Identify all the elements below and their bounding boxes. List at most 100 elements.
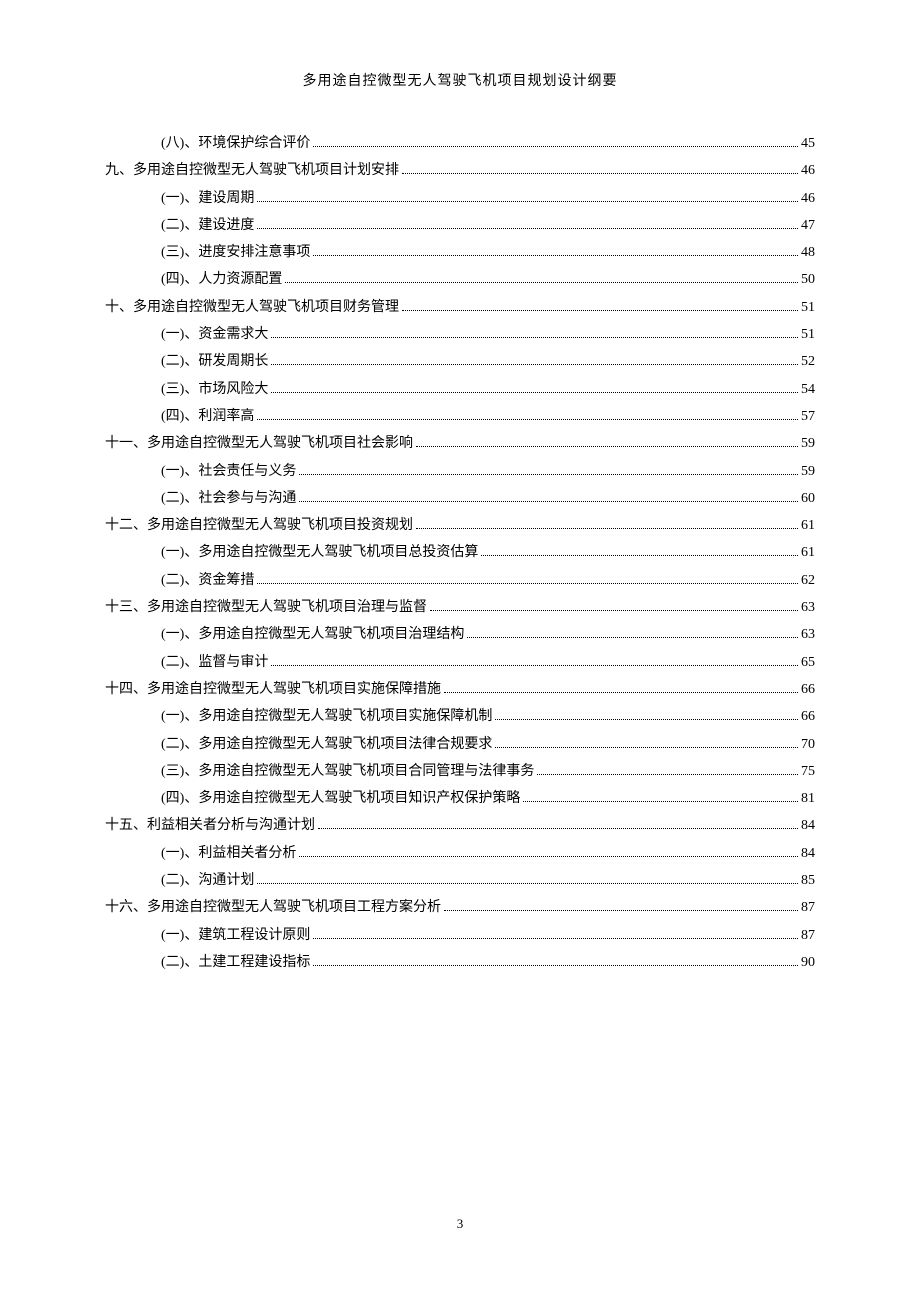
toc-entry-page: 70 (801, 731, 815, 758)
toc-entry-page: 81 (801, 785, 815, 812)
toc-entry-page: 85 (801, 867, 815, 894)
toc-entry-page: 61 (801, 539, 815, 566)
toc-entry[interactable]: 十五、利益相关者分析与沟通计划84 (105, 812, 815, 839)
toc-entry[interactable]: (二)、土建工程建设指标90 (105, 949, 815, 976)
toc-entry-page: 66 (801, 703, 815, 730)
toc-entry[interactable]: (一)、资金需求大51 (105, 321, 815, 348)
toc-entry[interactable]: 十、多用途自控微型无人驾驶飞机项目财务管理 51 (105, 294, 815, 321)
toc-entry[interactable]: 十一、多用途自控微型无人驾驶飞机项目社会影响 59 (105, 430, 815, 457)
toc-leader-dots (523, 801, 798, 802)
toc-leader-dots (313, 255, 798, 256)
toc-leader-dots (271, 665, 798, 666)
toc-entry[interactable]: (四)、多用途自控微型无人驾驶飞机项目知识产权保护策略 81 (105, 785, 815, 812)
toc-entry[interactable]: (二)、社会参与与沟通60 (105, 485, 815, 512)
toc-leader-dots (430, 610, 798, 611)
toc-entry-label: (一)、社会责任与义务 (161, 458, 296, 485)
toc-entry[interactable]: (一)、多用途自控微型无人驾驶飞机项目总投资估算 61 (105, 539, 815, 566)
toc-leader-dots (416, 528, 798, 529)
toc-entry-page: 59 (801, 458, 815, 485)
toc-leader-dots (495, 747, 798, 748)
toc-entry[interactable]: 九、多用途自控微型无人驾驶飞机项目计划安排 46 (105, 157, 815, 184)
toc-entry-label: 十六、多用途自控微型无人驾驶飞机项目工程方案分析 (105, 894, 441, 921)
toc-leader-dots (257, 419, 798, 420)
toc-entry-page: 54 (801, 376, 815, 403)
toc-entry-page: 48 (801, 239, 815, 266)
toc-leader-dots (257, 883, 798, 884)
toc-entry-label: (三)、市场风险大 (161, 376, 268, 403)
toc-entry[interactable]: (三)、市场风险大 54 (105, 376, 815, 403)
toc-entry-label: (四)、多用途自控微型无人驾驶飞机项目知识产权保护策略 (161, 785, 520, 812)
toc-entry[interactable]: (二)、研发周期长 52 (105, 348, 815, 375)
toc-entry[interactable]: (一)、利益相关者分析 84 (105, 840, 815, 867)
toc-leader-dots (444, 910, 798, 911)
toc-entry-label: (二)、建设进度 (161, 212, 254, 239)
toc-entry[interactable]: (二)、沟通计划 85 (105, 867, 815, 894)
toc-entry-page: 51 (801, 294, 815, 321)
toc-leader-dots (299, 474, 798, 475)
toc-entry-page: 66 (801, 676, 815, 703)
toc-entry-page: 57 (801, 403, 815, 430)
toc-leader-dots (299, 856, 798, 857)
toc-entry-page: 60 (801, 485, 815, 512)
toc-leader-dots (495, 719, 798, 720)
toc-entry-label: 十四、多用途自控微型无人驾驶飞机项目实施保障措施 (105, 676, 441, 703)
toc-entry[interactable]: (三)、进度安排注意事项48 (105, 239, 815, 266)
toc-entry[interactable]: (二)、监督与审计65 (105, 649, 815, 676)
toc-entry-label: (四)、利润率高 (161, 403, 254, 430)
toc-entry[interactable]: (二)、多用途自控微型无人驾驶飞机项目法律合规要求70 (105, 731, 815, 758)
toc-entry[interactable]: (一)、社会责任与义务 59 (105, 458, 815, 485)
toc-entry[interactable]: (四)、人力资源配置50 (105, 266, 815, 293)
toc-entry[interactable]: (二)、建设进度 47 (105, 212, 815, 239)
toc-entry-page: 59 (801, 430, 815, 457)
page-header-title: 多用途自控微型无人驾驶飞机项目规划设计纲要 (105, 70, 815, 90)
toc-entry-page: 87 (801, 922, 815, 949)
toc-entry-label: (四)、人力资源配置 (161, 266, 282, 293)
toc-leader-dots (402, 310, 798, 311)
toc-entry-label: 十、多用途自控微型无人驾驶飞机项目财务管理 (105, 294, 399, 321)
toc-entry-label: (八)、环境保护综合评价 (161, 130, 310, 157)
toc-entry-label: (二)、监督与审计 (161, 649, 268, 676)
toc-entry[interactable]: (二)、资金筹措 62 (105, 567, 815, 594)
toc-entry-page: 84 (801, 840, 815, 867)
toc-leader-dots (313, 965, 798, 966)
toc-entry[interactable]: (一)、多用途自控微型无人驾驶飞机项目实施保障机制 66 (105, 703, 815, 730)
toc-entry[interactable]: (八)、环境保护综合评价 45 (105, 130, 815, 157)
toc-entry[interactable]: (一)、建设周期 46 (105, 185, 815, 212)
toc-entry[interactable]: (一)、建筑工程设计原则 87 (105, 922, 815, 949)
toc-leader-dots (416, 446, 798, 447)
toc-entry[interactable]: (四)、利润率高 57 (105, 403, 815, 430)
toc-entry-label: 十一、多用途自控微型无人驾驶飞机项目社会影响 (105, 430, 413, 457)
toc-leader-dots (537, 774, 798, 775)
toc-entry[interactable]: 十二、多用途自控微型无人驾驶飞机项目投资规划61 (105, 512, 815, 539)
toc-entry[interactable]: 十六、多用途自控微型无人驾驶飞机项目工程方案分析 87 (105, 894, 815, 921)
toc-entry-page: 62 (801, 567, 815, 594)
toc-leader-dots (271, 364, 798, 365)
toc-entry-label: (二)、资金筹措 (161, 567, 254, 594)
toc-entry-label: 十五、利益相关者分析与沟通计划 (105, 812, 315, 839)
toc-leader-dots (271, 337, 798, 338)
toc-entry-page: 47 (801, 212, 815, 239)
toc-entry-label: (一)、多用途自控微型无人驾驶飞机项目实施保障机制 (161, 703, 492, 730)
toc-leader-dots (318, 828, 798, 829)
toc-entry[interactable]: (三)、多用途自控微型无人驾驶飞机项目合同管理与法律事务75 (105, 758, 815, 785)
toc-entry[interactable]: (一)、多用途自控微型无人驾驶飞机项目治理结构63 (105, 621, 815, 648)
toc-entry-label: (一)、利益相关者分析 (161, 840, 296, 867)
toc-entry-label: (一)、建设周期 (161, 185, 254, 212)
toc-entry-page: 46 (801, 157, 815, 184)
toc-entry-page: 63 (801, 594, 815, 621)
toc-entry-label: (二)、研发周期长 (161, 348, 268, 375)
toc-entry-page: 87 (801, 894, 815, 921)
toc-leader-dots (257, 201, 798, 202)
toc-entry-label: (一)、建筑工程设计原则 (161, 922, 310, 949)
toc-entry-label: (一)、资金需求大 (161, 321, 268, 348)
toc-entry-page: 46 (801, 185, 815, 212)
toc-entry-label: 十三、多用途自控微型无人驾驶飞机项目治理与监督 (105, 594, 427, 621)
toc-entry-label: 九、多用途自控微型无人驾驶飞机项目计划安排 (105, 157, 399, 184)
toc-entry-page: 52 (801, 348, 815, 375)
toc-entry[interactable]: 十四、多用途自控微型无人驾驶飞机项目实施保障措施 66 (105, 676, 815, 703)
toc-entry-label: (二)、沟通计划 (161, 867, 254, 894)
toc-entry-label: (一)、多用途自控微型无人驾驶飞机项目总投资估算 (161, 539, 478, 566)
toc-entry[interactable]: 十三、多用途自控微型无人驾驶飞机项目治理与监督 63 (105, 594, 815, 621)
toc-leader-dots (271, 392, 798, 393)
toc-entry-page: 45 (801, 130, 815, 157)
